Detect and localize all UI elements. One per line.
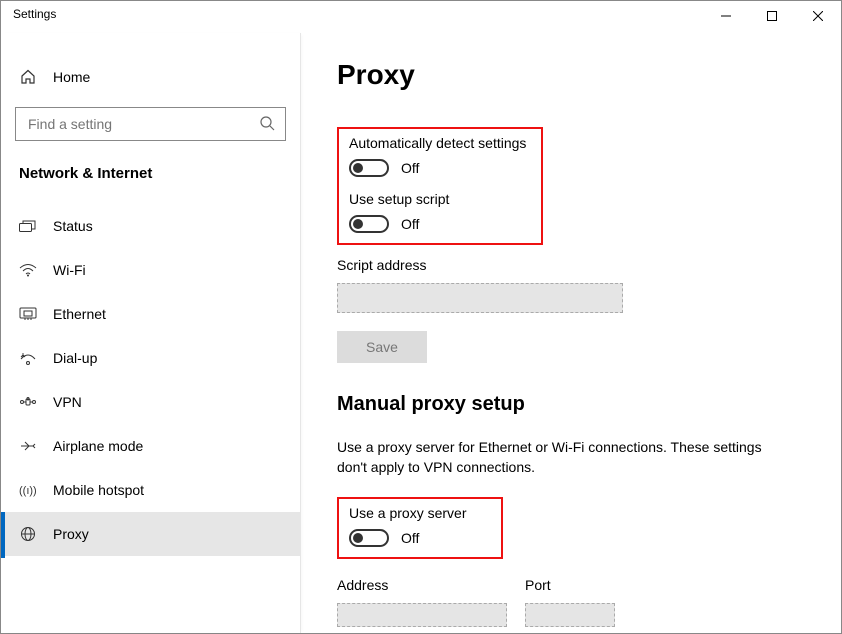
proxy-server-state: Off <box>401 530 419 546</box>
search-icon <box>259 115 275 134</box>
sidebar-item-hotspot[interactable]: ((ı)) Mobile hotspot <box>1 468 300 512</box>
port-label: Port <box>525 577 615 593</box>
home-icon <box>19 69 37 85</box>
dialup-icon <box>19 351 37 365</box>
svg-text:((ı)): ((ı)) <box>19 485 37 497</box>
sidebar-item-ethernet[interactable]: Ethernet <box>1 292 300 336</box>
sidebar-item-vpn[interactable]: VPN <box>1 380 300 424</box>
sidebar-item-label: Wi-Fi <box>53 262 86 278</box>
wifi-icon <box>19 263 37 277</box>
address-input[interactable] <box>337 603 507 627</box>
search-box[interactable] <box>15 107 286 141</box>
sidebar-item-label: Status <box>53 218 93 234</box>
sidebar-item-label: Ethernet <box>53 306 106 322</box>
window-controls <box>703 1 841 31</box>
auto-detect-state: Off <box>401 160 419 176</box>
hotspot-icon: ((ı)) <box>19 483 37 497</box>
sidebar-item-label: Airplane mode <box>53 438 143 454</box>
status-icon <box>19 219 37 233</box>
content-area: Proxy Automatically detect settings Off … <box>301 33 841 633</box>
home-nav[interactable]: Home <box>1 63 300 97</box>
script-address-label: Script address <box>337 257 805 273</box>
proxy-server-toggle[interactable] <box>349 529 389 547</box>
active-indicator <box>1 512 5 558</box>
category-title: Network & Internet <box>1 159 300 200</box>
ethernet-icon <box>19 307 37 321</box>
page-title: Proxy <box>337 59 805 91</box>
search-input[interactable] <box>26 115 259 133</box>
setup-script-toggle[interactable] <box>349 215 389 233</box>
vpn-icon <box>19 395 37 409</box>
auto-detect-toggle[interactable] <box>349 159 389 177</box>
sidebar-item-label: VPN <box>53 394 82 410</box>
save-button[interactable]: Save <box>337 331 427 363</box>
script-address-input[interactable] <box>337 283 623 313</box>
sidebar-item-proxy[interactable]: Proxy <box>1 512 300 556</box>
save-button-label: Save <box>366 339 398 355</box>
sidebar-item-dialup[interactable]: Dial-up <box>1 336 300 380</box>
sidebar-item-airplane[interactable]: Airplane mode <box>1 424 300 468</box>
manual-section-title: Manual proxy setup <box>337 393 805 416</box>
proxy-server-label: Use a proxy server <box>349 505 491 521</box>
sidebar-item-status[interactable]: Status <box>1 204 300 248</box>
home-label: Home <box>53 69 90 85</box>
highlight-auto: Automatically detect settings Off Use se… <box>337 127 543 245</box>
proxy-icon <box>19 526 37 542</box>
minimize-button[interactable] <box>703 1 749 31</box>
airplane-icon <box>19 439 37 453</box>
sidebar: Home Network & Internet Status Wi-Fi <box>1 33 301 633</box>
setup-script-state: Off <box>401 216 419 232</box>
maximize-button[interactable] <box>749 1 795 31</box>
close-button[interactable] <box>795 1 841 31</box>
sidebar-item-label: Proxy <box>53 526 89 542</box>
port-input[interactable] <box>525 603 615 627</box>
sidebar-item-label: Dial-up <box>53 350 97 366</box>
setup-script-label: Use setup script <box>349 191 531 207</box>
window-title: Settings <box>13 1 56 21</box>
manual-desc: Use a proxy server for Ethernet or Wi-Fi… <box>337 438 767 477</box>
highlight-proxy-server: Use a proxy server Off <box>337 497 503 559</box>
auto-detect-label: Automatically detect settings <box>349 135 531 151</box>
sidebar-item-wifi[interactable]: Wi-Fi <box>1 248 300 292</box>
sidebar-item-label: Mobile hotspot <box>53 482 144 498</box>
address-label: Address <box>337 577 507 593</box>
